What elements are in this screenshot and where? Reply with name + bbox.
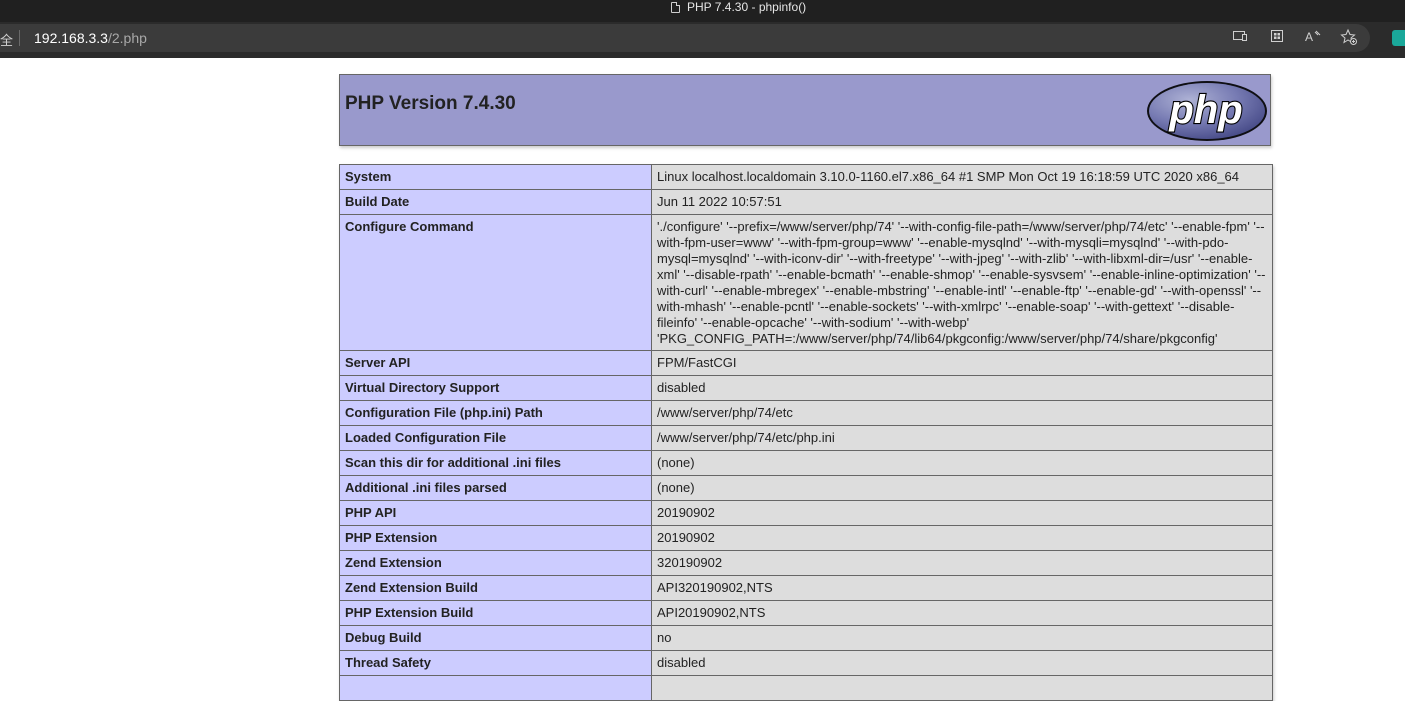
url-host: 192.168.3.3 (34, 30, 108, 46)
document-icon (671, 1, 680, 13)
row-key: Zend Extension Build (339, 575, 652, 601)
toolbar-divider (0, 54, 1405, 58)
php-logo-text: php (1168, 88, 1242, 132)
row-key: Build Date (339, 189, 652, 215)
table-row: PHP Extension Build API20190902,NTS (339, 600, 1273, 626)
table-row: Build Date Jun 11 2022 10:57:51 (339, 189, 1273, 215)
svg-text:A: A (1305, 30, 1313, 44)
row-key: PHP API (339, 500, 652, 526)
row-key (339, 675, 652, 701)
row-key: PHP Extension (339, 525, 652, 551)
row-key: Zend Extension (339, 550, 652, 576)
row-value: (none) (651, 450, 1273, 476)
app-available-icon[interactable] (1268, 28, 1286, 46)
table-row: Zend Extension Build API320190902,NTS (339, 575, 1273, 601)
extension-icon[interactable] (1392, 30, 1405, 46)
address-bar[interactable] (0, 24, 1370, 52)
row-value: no (651, 625, 1273, 651)
read-aloud-icon[interactable]: A (1304, 28, 1322, 46)
row-key: System (339, 164, 652, 190)
table-row: Debug Build no (339, 625, 1273, 651)
row-key: Configuration File (php.ini) Path (339, 400, 652, 426)
row-key: Scan this dir for additional .ini files (339, 450, 652, 476)
row-key: PHP Extension Build (339, 600, 652, 626)
row-value: /www/server/php/74/etc (651, 400, 1273, 426)
row-key: Server API (339, 350, 652, 376)
row-value: FPM/FastCGI (651, 350, 1273, 376)
table-row (339, 675, 1273, 701)
row-key: Virtual Directory Support (339, 375, 652, 401)
table-row: PHP API 20190902 (339, 500, 1273, 526)
row-key: Loaded Configuration File (339, 425, 652, 451)
row-value: Jun 11 2022 10:57:51 (651, 189, 1273, 215)
row-key: Configure Command (339, 214, 652, 351)
window-titlebar: PHP 7.4.30 - phpinfo() (0, 0, 1405, 22)
row-value: disabled (651, 650, 1273, 676)
table-row: Additional .ini files parsed (none) (339, 475, 1273, 501)
table-row: Server API FPM/FastCGI (339, 350, 1273, 376)
table-row: PHP Extension 20190902 (339, 525, 1273, 551)
row-value: './configure' '--prefix=/www/server/php/… (651, 214, 1273, 351)
table-row: Loaded Configuration File/www/server/php… (339, 425, 1273, 451)
add-favorite-icon[interactable] (1340, 28, 1358, 46)
page-title: PHP Version 7.4.30 (345, 93, 516, 114)
row-value: API320190902,NTS (651, 575, 1273, 601)
row-value: Linux localhost.localdomain 3.10.0-1160.… (651, 164, 1273, 190)
window-title: PHP 7.4.30 - phpinfo() (687, 0, 807, 14)
url-path: /2.php (107, 30, 147, 46)
phpinfo-table: System Linux localhost.localdomain 3.10.0… (339, 164, 1273, 701)
table-row: Configuration File (php.ini) Path/www/se… (339, 400, 1273, 426)
row-key: Debug Build (339, 625, 652, 651)
window-title-group: PHP 7.4.30 - phpinfo() (671, 0, 806, 14)
address-bar-area: 全 192.168.3.3/2.php A (0, 22, 1405, 54)
row-value (651, 675, 1273, 701)
row-key: Additional .ini files parsed (339, 475, 652, 501)
row-value: (none) (651, 475, 1273, 501)
php-logo[interactable]: php (1146, 80, 1268, 142)
table-row: Configure Command './configure' '--prefix… (339, 214, 1273, 351)
url-text[interactable]: 192.168.3.3/2.php (34, 30, 147, 46)
row-value: disabled (651, 375, 1273, 401)
immersive-reader-icon[interactable] (1231, 28, 1249, 46)
row-value: /www/server/php/74/etc/php.ini (651, 425, 1273, 451)
address-separator (19, 30, 20, 46)
phpinfo-header: PHP Version 7.4.30 php (339, 74, 1271, 146)
site-info-label[interactable]: 全 (0, 30, 13, 49)
row-value: 20190902 (651, 525, 1273, 551)
table-row: System Linux localhost.localdomain 3.10.0… (339, 164, 1273, 190)
table-row: Zend Extension 320190902 (339, 550, 1273, 576)
row-value: 320190902 (651, 550, 1273, 576)
row-value: 20190902 (651, 500, 1273, 526)
table-row: Thread Safety disabled (339, 650, 1273, 676)
row-value: API20190902,NTS (651, 600, 1273, 626)
row-key: Thread Safety (339, 650, 652, 676)
table-row: Virtual Directory Support disabled (339, 375, 1273, 401)
table-row: Scan this dir for additional .ini files(… (339, 450, 1273, 476)
